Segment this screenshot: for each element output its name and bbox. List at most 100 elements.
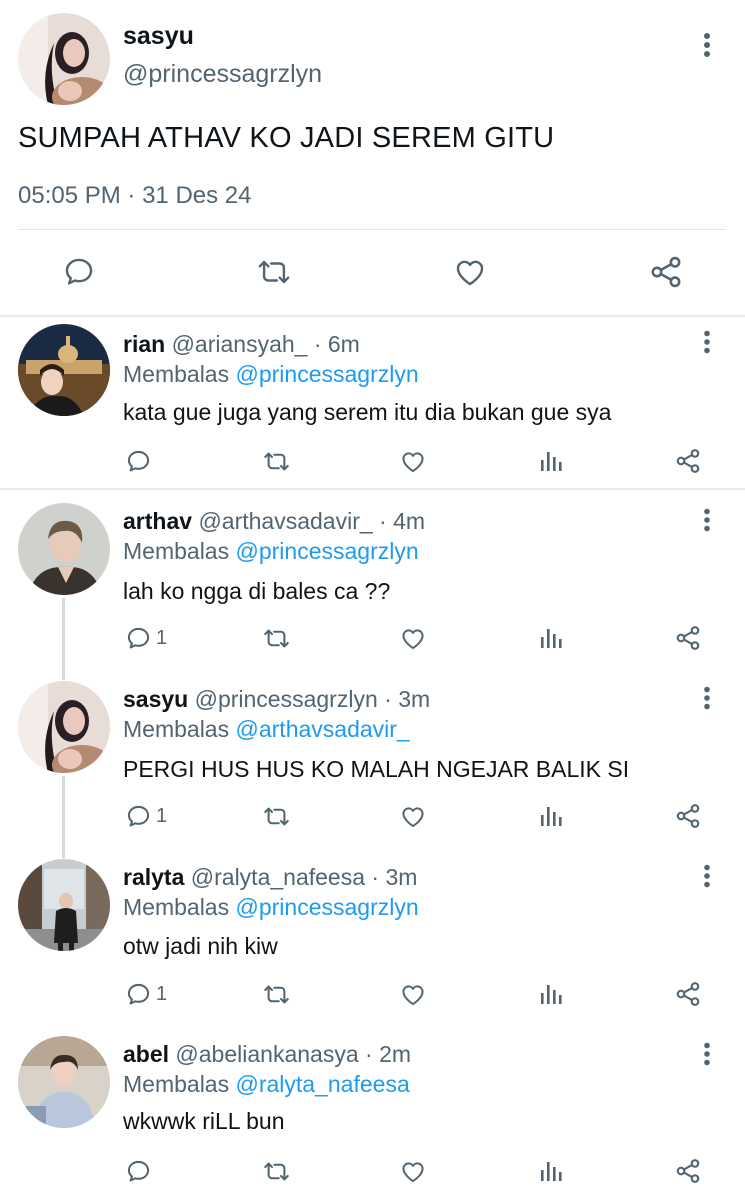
reply-icon [127, 805, 150, 827]
retweet-button[interactable] [261, 979, 292, 1009]
reply-time: · 3m [371, 864, 418, 890]
reply-text: PERGI HUS HUS KO MALAH NGEJAR BALIK SI [123, 756, 630, 782]
mention-link[interactable]: @arthavsadavir_ [236, 716, 410, 742]
like-icon [402, 1161, 424, 1182]
main-tweet: sasyu @princessagrzlyn SUMPAH ATHAV KO J… [0, 0, 745, 316]
reply-author-name[interactable]: arthav [123, 508, 192, 534]
views-button[interactable] [539, 801, 563, 831]
reply-time: · 4m [379, 508, 426, 534]
replying-to-label: Membalas [123, 894, 230, 920]
reply-tweet[interactable]: abel @abeliankanasya · 2m Membalas @raly… [0, 1024, 745, 1200]
retweet-icon [264, 807, 289, 825]
share-button[interactable] [674, 801, 702, 831]
replying-to-label: Membalas [123, 361, 230, 387]
reply-tweet[interactable]: rian @ariansyah_ · 6m Membalas @princess… [0, 316, 745, 488]
more-options-icon[interactable] [697, 30, 717, 60]
more-options-icon[interactable] [697, 861, 717, 891]
reply-time: · 2m [365, 1041, 412, 1067]
reply-author-handle[interactable]: @abeliankanasya [175, 1041, 358, 1067]
reply-tweet[interactable]: arthav @arthavsadavir_ · 4m Membalas @pr… [0, 490, 745, 668]
avatar[interactable] [18, 503, 110, 595]
mention-link[interactable]: @princessagrzlyn [236, 538, 419, 564]
like-button[interactable] [399, 1156, 427, 1186]
share-icon [676, 1159, 700, 1183]
retweet-button[interactable] [261, 446, 292, 476]
share-button[interactable] [674, 1156, 702, 1186]
share-icon [676, 449, 700, 473]
like-icon [402, 806, 424, 827]
like-button[interactable] [399, 623, 427, 653]
retweet-icon [264, 452, 289, 470]
reply-time: · 6m [313, 331, 360, 357]
mention-link[interactable]: @princessagrzlyn [236, 361, 419, 387]
like-button[interactable] [450, 252, 490, 292]
analytics-icon [541, 985, 562, 1004]
retweet-button[interactable] [254, 252, 294, 292]
analytics-icon [541, 452, 562, 471]
reply-button[interactable]: 1 [125, 623, 167, 653]
reply-tweet[interactable]: ralyta @ralyta_nafeesa · 3m Membalas @pr… [0, 846, 745, 1024]
tweet-timestamp: 05:05 PM · 31 Des 24 [18, 182, 251, 210]
tweet-date: 31 Des 24 [142, 182, 252, 209]
reply-author-handle[interactable]: @princessagrzlyn [195, 686, 378, 712]
author-name[interactable]: sasyu [123, 22, 194, 51]
avatar[interactable] [18, 1036, 110, 1128]
reply-author-name[interactable]: abel [123, 1041, 169, 1067]
retweet-icon [264, 629, 289, 647]
reply-button[interactable] [59, 252, 99, 292]
retweet-icon [264, 1162, 289, 1180]
like-icon [402, 628, 424, 649]
avatar[interactable] [18, 13, 110, 105]
reply-author-handle[interactable]: @ariansyah_ [172, 331, 308, 357]
reply-author-name[interactable]: rian [123, 331, 165, 357]
views-button[interactable] [539, 979, 563, 1009]
reply-author-name[interactable]: sasyu [123, 686, 188, 712]
share-icon [676, 626, 700, 650]
author-handle[interactable]: @princessagrzlyn [123, 60, 322, 89]
more-options-icon[interactable] [697, 683, 717, 713]
reply-icon [127, 450, 150, 472]
retweet-button[interactable] [261, 1156, 292, 1186]
reply-button[interactable]: 1 [125, 979, 167, 1009]
reply-author-handle[interactable]: @arthavsadavir_ [198, 508, 372, 534]
share-button[interactable] [646, 252, 686, 292]
more-options-icon[interactable] [697, 505, 717, 535]
more-options-icon[interactable] [697, 1039, 717, 1069]
avatar[interactable] [18, 324, 110, 416]
reply-text: kata gue juga yang serem itu dia bukan g… [123, 399, 612, 425]
views-button[interactable] [539, 1156, 563, 1186]
mention-link[interactable]: @princessagrzlyn [236, 894, 419, 920]
retweet-button[interactable] [261, 623, 292, 653]
reply-button[interactable] [125, 446, 156, 476]
reply-button[interactable] [125, 1156, 156, 1186]
reply-count: 1 [156, 804, 168, 827]
share-icon [676, 982, 700, 1006]
like-icon [456, 260, 484, 286]
retweet-icon [258, 260, 290, 284]
reply-tweet[interactable]: sasyu @princessagrzlyn · 3m Membalas @ar… [0, 668, 745, 846]
share-button[interactable] [674, 979, 702, 1009]
meta-separator: · [127, 182, 136, 209]
more-options-icon[interactable] [697, 327, 717, 357]
reply-button[interactable]: 1 [125, 801, 167, 831]
share-button[interactable] [674, 446, 702, 476]
share-icon [651, 256, 681, 288]
views-button[interactable] [539, 623, 563, 653]
like-button[interactable] [399, 801, 427, 831]
reply-icon [65, 258, 93, 285]
like-button[interactable] [399, 979, 427, 1009]
avatar[interactable] [18, 859, 110, 951]
like-button[interactable] [399, 446, 427, 476]
mention-link[interactable]: @ralyta_nafeesa [236, 1071, 410, 1097]
share-icon [676, 804, 700, 828]
reply-text: lah ko ngga di bales ca ?? [123, 578, 391, 604]
share-button[interactable] [674, 623, 702, 653]
retweet-button[interactable] [261, 801, 292, 831]
reply-author-name[interactable]: ralyta [123, 864, 184, 890]
divider [18, 229, 726, 230]
reply-icon [127, 627, 150, 649]
reply-icon [127, 1160, 150, 1182]
avatar[interactable] [18, 681, 110, 773]
views-button[interactable] [539, 446, 563, 476]
reply-author-handle[interactable]: @ralyta_nafeesa [191, 864, 365, 890]
